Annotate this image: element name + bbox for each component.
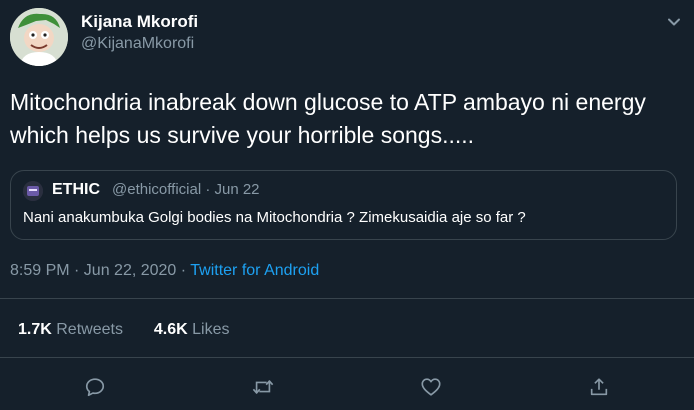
tweet-meta: 8:59 PM · Jun 22, 2020 · Twitter for And… [10, 262, 319, 280]
quoted-text: Nani anakumbuka Golgi bodies na Mitochon… [23, 209, 526, 226]
reply-icon[interactable] [82, 374, 108, 400]
share-icon[interactable] [586, 374, 612, 400]
tweet-timestamp[interactable]: 8:59 PM · Jun 22, 2020 · [10, 262, 190, 279]
avatar[interactable] [10, 8, 68, 66]
source-app-link[interactable]: Twitter for Android [190, 262, 319, 279]
quoted-author-name: ETHIC [52, 181, 100, 198]
likes-stat[interactable]: 4.6K Likes [149, 321, 230, 338]
retweets-stat[interactable]: 1.7K Retweets [18, 321, 127, 338]
tweet-card: Kijana Mkorofi @KijanaMkorofi Mitochondr… [0, 0, 694, 410]
quoted-tweet[interactable]: ETHIC @ethicofficial · Jun 22 Nani anaku… [10, 170, 677, 240]
retweets-count: 1.7K [18, 321, 52, 338]
likes-count: 4.6K [153, 321, 188, 338]
chevron-down-icon[interactable] [664, 12, 684, 32]
quoted-avatar [23, 181, 43, 201]
divider [0, 298, 694, 299]
engagement-stats: 1.7K Retweets 4.6K Likes [18, 321, 229, 339]
retweet-icon[interactable] [250, 374, 276, 400]
author-name[interactable]: Kijana Mkorofi [81, 12, 198, 32]
heart-icon[interactable] [418, 374, 444, 400]
tweet-text: Mitochondria inabreak down glucose to AT… [10, 89, 646, 148]
likes-label: Likes [192, 321, 230, 338]
retweets-label: Retweets [56, 321, 123, 338]
author-handle[interactable]: @KijanaMkorofi [81, 35, 194, 53]
quoted-handle-date: @ethicofficial · Jun 22 [112, 181, 260, 198]
divider [0, 357, 694, 358]
